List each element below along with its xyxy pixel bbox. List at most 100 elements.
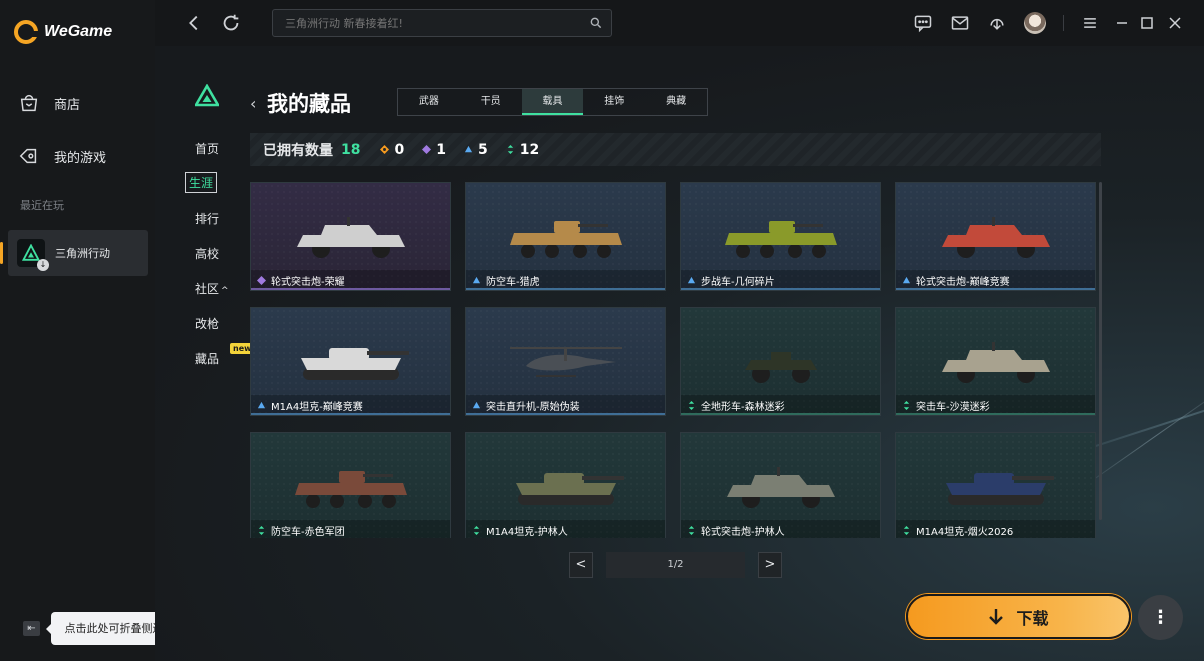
menu-icon[interactable] bbox=[1080, 13, 1100, 33]
subnav-community[interactable]: 社区 ^ bbox=[195, 280, 229, 297]
search-input[interactable] bbox=[273, 10, 573, 36]
vehicle-name: 突击车-沙漠迷彩 bbox=[916, 401, 990, 413]
minimize-icon[interactable] bbox=[1112, 13, 1132, 33]
subnav-gunsmith[interactable]: 改枪 bbox=[195, 315, 219, 332]
download-badge-icon: ↓ bbox=[37, 259, 49, 271]
green-rarity-icon bbox=[688, 525, 695, 535]
vehicle-name: 防空车-猎虎 bbox=[486, 276, 540, 288]
blue-rarity-icon bbox=[472, 276, 481, 283]
vehicle-card[interactable]: 步战车-几何碎片 bbox=[680, 182, 881, 291]
search-icon[interactable] bbox=[589, 16, 603, 30]
green-rarity-icon bbox=[258, 525, 265, 535]
chat-icon[interactable] bbox=[913, 13, 933, 33]
green-rarity-icon bbox=[473, 525, 480, 535]
divider bbox=[1063, 15, 1064, 31]
mail-icon[interactable] bbox=[950, 13, 970, 33]
search-box[interactable] bbox=[272, 9, 612, 37]
rarity-line bbox=[896, 288, 1095, 290]
vehicle-name: 轮式突击炮-荣耀 bbox=[271, 276, 345, 288]
wegame-logo-icon bbox=[14, 20, 38, 44]
refresh-icon[interactable] bbox=[220, 12, 242, 34]
subnav-career[interactable]: 生涯 bbox=[185, 172, 218, 193]
download-button[interactable]: 下载 bbox=[906, 594, 1131, 639]
chevron-up-icon: ^ bbox=[221, 286, 229, 296]
collapse-sidebar-button[interactable]: ⇤ bbox=[23, 621, 40, 636]
purple-rarity-icon bbox=[257, 275, 266, 285]
subnav-college[interactable]: 高校 bbox=[195, 245, 219, 262]
purple-rarity-icon bbox=[422, 145, 432, 154]
tab-vehicles[interactable]: 载具 bbox=[521, 89, 584, 115]
green-rarity-icon bbox=[903, 525, 910, 535]
blue-rarity-icon bbox=[687, 276, 696, 283]
rarity-count-blue: 5 bbox=[464, 142, 488, 158]
download-manager-icon[interactable] bbox=[987, 13, 1007, 33]
blue-rarity-icon bbox=[472, 401, 481, 408]
back-chevron-icon[interactable]: ‹ bbox=[250, 94, 256, 113]
green-rarity-icon bbox=[903, 400, 910, 410]
vehicle-label: 突击直升机-原始伪装 bbox=[466, 395, 665, 415]
tab-operators[interactable]: 干员 bbox=[460, 89, 522, 115]
vehicle-label: M1A4坦克-烟火2026 bbox=[896, 520, 1095, 538]
recent-game-item[interactable]: ↓ 三角洲行动 bbox=[0, 230, 148, 276]
tab-weapons[interactable]: 武器 bbox=[398, 89, 460, 115]
vehicle-label: 步战车-几何碎片 bbox=[681, 270, 880, 290]
rarity-line bbox=[466, 413, 665, 415]
maximize-icon[interactable] bbox=[1137, 13, 1157, 33]
rarity-count-green: 12 bbox=[506, 142, 539, 158]
rarity-line bbox=[681, 413, 880, 415]
rarity-line bbox=[896, 413, 1095, 415]
recent-label: 最近在玩 bbox=[20, 199, 64, 212]
my-games-icon bbox=[19, 148, 37, 164]
delta-force-logo-icon[interactable] bbox=[195, 84, 219, 108]
vehicle-image bbox=[946, 473, 1054, 505]
vehicle-card[interactable]: M1A4坦克-护林人 bbox=[465, 432, 666, 538]
rarity-line bbox=[251, 288, 450, 290]
sidebar-item-my-games[interactable]: 我的游戏 bbox=[18, 145, 106, 167]
active-indicator bbox=[0, 242, 3, 264]
subnav-home[interactable]: 首页 bbox=[195, 140, 219, 157]
next-page-button[interactable]: > bbox=[758, 552, 782, 578]
collection-tabs: 武器 干员 载具 挂饰 典藏 bbox=[397, 88, 708, 116]
vehicle-name: 防空车-赤色军团 bbox=[271, 526, 345, 538]
vehicle-name: 轮式突击炮-巅峰竞赛 bbox=[916, 276, 1010, 288]
page-indicator: 1/2 bbox=[606, 552, 745, 578]
vehicle-card[interactable]: 防空车-猎虎 bbox=[465, 182, 666, 291]
vehicle-card[interactable]: 轮式突击炮-护林人 bbox=[680, 432, 881, 538]
owned-count-label: 已拥有数量 bbox=[263, 142, 333, 159]
vehicle-label: 全地形车-森林迷彩 bbox=[681, 395, 880, 415]
rarity-count-orange: 0 bbox=[380, 142, 404, 158]
vehicle-label: M1A4坦克-护林人 bbox=[466, 520, 665, 538]
page-title: 我的藏品 bbox=[267, 92, 351, 116]
download-label: 下载 bbox=[1016, 608, 1049, 628]
wegame-logo[interactable]: WeGame bbox=[14, 20, 112, 44]
sidebar-item-store[interactable]: 商店 bbox=[18, 92, 80, 114]
vehicle-label: 轮式突击炮-巅峰竞赛 bbox=[896, 270, 1095, 290]
vehicle-card[interactable]: 全地形车-森林迷彩 bbox=[680, 307, 881, 416]
subnav-collection[interactable]: 藏品 new bbox=[195, 343, 255, 367]
vehicle-image bbox=[727, 467, 835, 508]
wegame-logo-text: WeGame bbox=[44, 23, 113, 40]
close-icon[interactable] bbox=[1165, 13, 1185, 33]
tab-archive[interactable]: 典藏 bbox=[645, 89, 707, 115]
rarity-line bbox=[681, 288, 880, 290]
vehicle-card[interactable]: 轮式突击炮-巅峰竞赛 bbox=[895, 182, 1096, 291]
tab-charms[interactable]: 挂饰 bbox=[583, 89, 645, 115]
vehicle-image bbox=[510, 221, 622, 258]
blue-rarity-icon bbox=[902, 276, 911, 283]
owned-count-bar: 已拥有数量 18 0 1 5 12 bbox=[250, 133, 1101, 166]
subnav-ranking[interactable]: 排行 bbox=[195, 210, 219, 227]
vehicle-card[interactable]: 突击直升机-原始伪装 bbox=[465, 307, 666, 416]
vehicle-card[interactable]: 防空车-赤色军团 bbox=[250, 432, 451, 538]
top-bar bbox=[155, 0, 1204, 46]
vehicle-name: M1A4坦克-护林人 bbox=[486, 526, 568, 538]
prev-page-button[interactable]: < bbox=[569, 552, 593, 578]
vehicle-card[interactable]: 突击车-沙漠迷彩 bbox=[895, 307, 1096, 416]
download-arrow-icon bbox=[989, 608, 1004, 625]
grid-scrollbar[interactable] bbox=[1099, 182, 1102, 520]
back-icon[interactable] bbox=[183, 12, 205, 34]
vehicle-card[interactable]: M1A4坦克-巅峰竞赛 bbox=[250, 307, 451, 416]
more-options-button[interactable]: ⋮ bbox=[1138, 595, 1183, 640]
vehicle-card[interactable]: 轮式突击炮-荣耀 bbox=[250, 182, 451, 291]
vehicle-card[interactable]: M1A4坦克-烟火2026 bbox=[895, 432, 1096, 538]
user-avatar[interactable] bbox=[1024, 12, 1046, 34]
